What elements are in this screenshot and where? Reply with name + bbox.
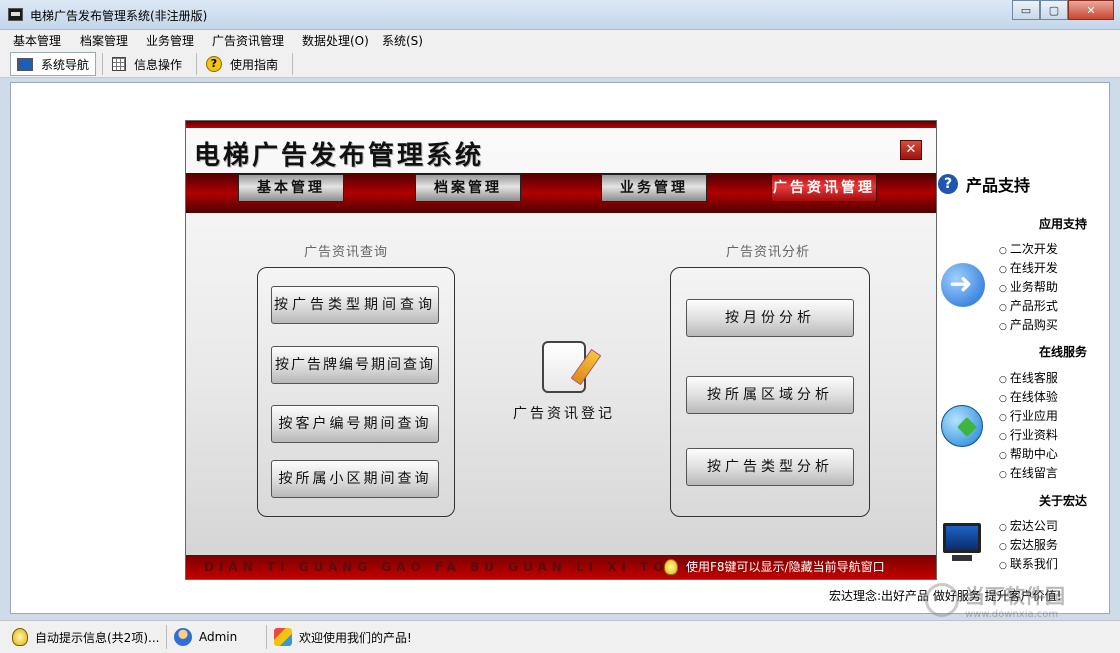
nav-business[interactable]: 业务管理 (601, 174, 707, 202)
section-about: 关于宏达 (1038, 494, 1087, 508)
product-box-icon (274, 628, 292, 646)
menu-archive[interactable]: 档案管理 (80, 32, 128, 49)
link-online-dev[interactable]: 在线开发 (999, 259, 1058, 276)
status-welcome: 欢迎使用我们的产品! (274, 626, 412, 648)
query-by-ad-type-button[interactable]: 按广告类型期间查询 (271, 286, 439, 324)
link-help-center[interactable]: 帮助中心 (999, 445, 1058, 462)
panel-footer: DIAN TI GUANG GAO FA BU GUAN LI XI TONG … (186, 555, 936, 579)
grid-icon (112, 57, 126, 71)
link-secondary-dev[interactable]: 二次开发 (999, 240, 1058, 257)
query-group-box: 按广告类型期间查询 按广告牌编号期间查询 按客户编号期间查询 按所属小区期间查询 (257, 267, 455, 517)
status-auto-tips[interactable]: 自动提示信息(共2项)... (12, 626, 159, 648)
link-services[interactable]: 宏达服务 (999, 536, 1058, 553)
menu-system[interactable]: 系统(S) (382, 32, 423, 49)
minimize-button[interactable]: ▭ (1012, 0, 1040, 20)
status-user: Admin (174, 626, 237, 648)
globe-icon (941, 405, 983, 447)
nav-basic[interactable]: 基本管理 (238, 174, 344, 202)
analysis-group-box: 按月份分析 按所属区域分析 按广告类型分析 (670, 267, 870, 517)
link-leave-message[interactable]: 在线留言 (999, 464, 1058, 481)
toolbar: 系统导航 信息操作 ? 使用指南 (0, 50, 1120, 78)
toolbar-separator (196, 53, 197, 75)
window-controls: ▭ ▢ ✕ (1012, 0, 1114, 20)
menu-basic[interactable]: 基本管理 (13, 32, 61, 49)
menu-data[interactable]: 数据处理(O) (302, 32, 369, 49)
notepad-pencil-icon (542, 341, 586, 393)
menu-ad-info[interactable]: 广告资讯管理 (212, 32, 284, 49)
monitor-icon (17, 57, 33, 71)
link-industry-docs[interactable]: 行业资料 (999, 426, 1058, 443)
lightbulb-icon (664, 558, 678, 575)
panel-top-stripe (186, 121, 936, 128)
panel-nav-bar: 基本管理 档案管理 业务管理 广告资讯管理 (186, 173, 936, 213)
title-bar: 电梯广告发布管理系统(非注册版) ▭ ▢ ✕ (0, 0, 1120, 30)
help-icon: ? (206, 56, 222, 72)
navigation-panel: 电梯广告发布管理系统 ✕ 基本管理 档案管理 业务管理 广告资讯管理 广告资讯查… (185, 120, 937, 580)
close-button[interactable]: ✕ (1068, 0, 1114, 20)
f8-tip-text: 使用F8键可以显示/隐藏当前导航窗口 (686, 560, 885, 574)
pinyin-slogan: DIAN TI GUANG GAO FA BU GUAN LI XI TONG (204, 560, 699, 574)
tool-system-nav[interactable]: 系统导航 (10, 52, 97, 76)
link-business-help[interactable]: 业务帮助 (999, 278, 1058, 295)
analyze-by-region-button[interactable]: 按所属区域分析 (686, 376, 854, 414)
watermark-url: www.downxia.com (965, 609, 1059, 620)
section-online-service: 在线服务 (1038, 345, 1087, 359)
status-separator (166, 625, 167, 649)
arrow-icon (941, 263, 985, 307)
question-icon: ? (938, 174, 958, 194)
ad-register[interactable]: 广告资讯登记 (504, 341, 624, 423)
panel-close-button[interactable]: ✕ (900, 140, 922, 160)
analysis-group-label: 广告资讯分析 (726, 245, 811, 260)
toolbar-separator (102, 53, 103, 75)
tool-user-guide[interactable]: ? 使用指南 (200, 52, 284, 76)
user-icon (174, 628, 192, 646)
watermark: 当下软件园 www.downxia.com (925, 580, 1065, 620)
lightbulb-icon (12, 628, 28, 646)
watermark-logo-icon (925, 583, 959, 617)
nav-archive[interactable]: 档案管理 (415, 174, 521, 202)
menu-bar: 基本管理 档案管理 业务管理 广告资讯管理 数据处理(O) 系统(S) (0, 30, 1120, 50)
product-support-label: 产品支持 (966, 176, 1031, 195)
status-separator (266, 625, 267, 649)
status-auto-tips-label: 自动提示信息(共2项)... (35, 630, 160, 645)
analyze-by-ad-type-button[interactable]: 按广告类型分析 (686, 448, 854, 486)
product-support-heading: ? 产品支持 (938, 172, 1030, 196)
status-user-label: Admin (199, 630, 238, 644)
tool-label: 信息操作 (134, 57, 183, 72)
link-product-form[interactable]: 产品形式 (999, 297, 1058, 314)
link-industry-app[interactable]: 行业应用 (999, 407, 1058, 424)
app-icon (8, 8, 23, 21)
panel-title: 电梯广告发布管理系统 (194, 141, 485, 171)
menu-business[interactable]: 业务管理 (146, 32, 194, 49)
query-group-label: 广告资讯查询 (304, 245, 389, 260)
ad-register-label: 广告资讯登记 (513, 406, 615, 422)
tool-label: 系统导航 (41, 57, 90, 72)
client-area: 电梯广告发布管理系统 ✕ 基本管理 档案管理 业务管理 广告资讯管理 广告资讯查… (10, 82, 1110, 614)
query-by-community-button[interactable]: 按所属小区期间查询 (271, 460, 439, 498)
link-online-trial[interactable]: 在线体验 (999, 388, 1058, 405)
query-by-billboard-button[interactable]: 按广告牌编号期间查询 (271, 346, 439, 384)
link-company[interactable]: 宏达公司 (999, 517, 1058, 534)
query-by-customer-button[interactable]: 按客户编号期间查询 (271, 405, 439, 443)
watermark-texts: 当下软件园 www.downxia.com (965, 580, 1065, 620)
maximize-button[interactable]: ▢ (1040, 0, 1068, 20)
window-title: 电梯广告发布管理系统(非注册版) (30, 9, 208, 23)
link-contact[interactable]: 联系我们 (999, 555, 1058, 572)
status-welcome-label: 欢迎使用我们的产品! (299, 630, 412, 645)
analyze-by-month-button[interactable]: 按月份分析 (686, 299, 854, 337)
link-product-purchase[interactable]: 产品购买 (999, 316, 1058, 333)
status-bar: 自动提示信息(共2项)... Admin 欢迎使用我们的产品! (0, 620, 1120, 653)
computer-icon (943, 523, 981, 561)
link-online-support[interactable]: 在线客服 (999, 369, 1058, 386)
nav-ad-info[interactable]: 广告资讯管理 (771, 174, 877, 202)
f8-tip: 使用F8键可以显示/隐藏当前导航窗口 (664, 558, 885, 575)
tool-info-ops[interactable]: 信息操作 (106, 52, 188, 76)
section-app-support: 应用支持 (1038, 217, 1087, 231)
tool-label: 使用指南 (230, 57, 279, 72)
watermark-text: 当下软件园 (965, 584, 1065, 608)
toolbar-separator (292, 53, 293, 75)
